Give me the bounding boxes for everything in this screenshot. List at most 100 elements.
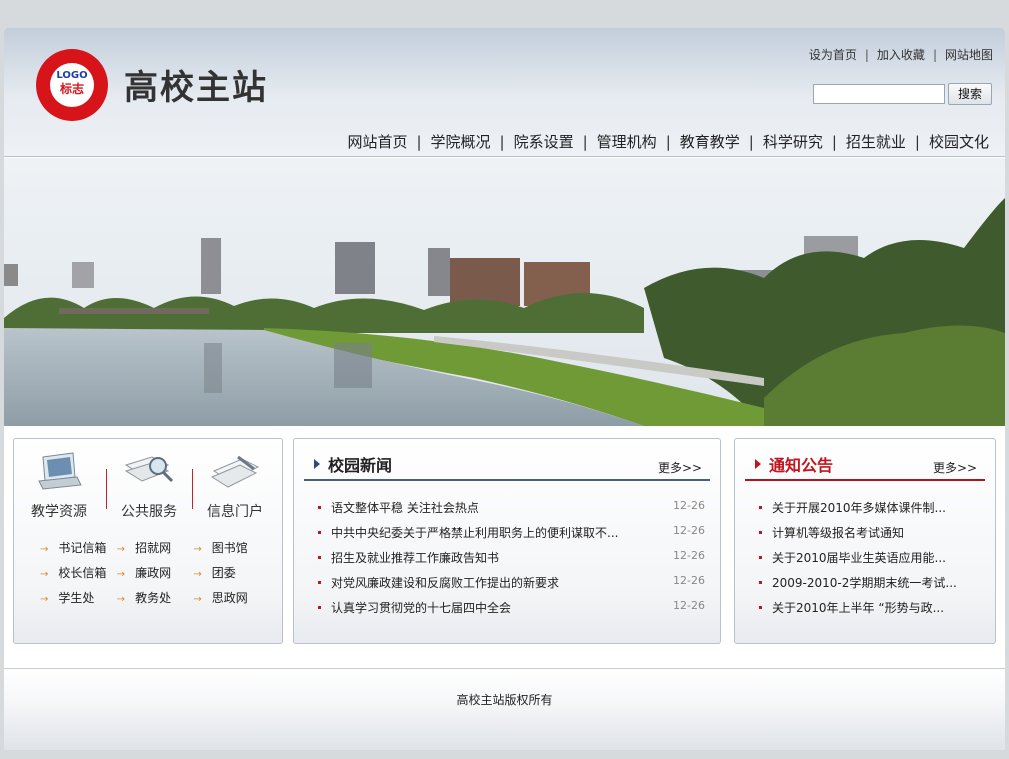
triangle-icon bbox=[314, 459, 320, 469]
notice-title: 2009-2010-2学期期末统一考试... bbox=[772, 576, 957, 590]
quick-links-row: → 校长信箱 → 廉政网 → 团委 bbox=[40, 564, 270, 589]
news-title: 中共中央纪委关于严格禁止利用职务上的便利谋取不... bbox=[331, 526, 619, 540]
quick-link-label: 学生处 bbox=[58, 591, 95, 605]
info-portal-label: 信息门户 bbox=[207, 504, 263, 520]
quick-link-label: 廉政网 bbox=[135, 566, 172, 580]
bullet-icon bbox=[759, 531, 762, 534]
news-title: 认真学习贯彻党的十七届四中全会 bbox=[331, 601, 512, 615]
quick-link-label: 图书馆 bbox=[211, 541, 248, 555]
quick-link[interactable]: → 书记信箱 bbox=[40, 539, 117, 564]
quick-link[interactable]: → 思政网 bbox=[193, 589, 270, 614]
site-footer: 高校主站版权所有 bbox=[4, 668, 1005, 750]
quick-link[interactable]: → 图书馆 bbox=[193, 539, 270, 564]
news-item[interactable]: 语文整体平稳 关注社会热点 12-26 bbox=[318, 499, 705, 524]
notice-item[interactable]: 关于2010届毕业生英语应用能... bbox=[759, 549, 957, 574]
arrow-icon: → bbox=[193, 594, 202, 605]
news-item[interactable]: 对党风廉政建设和反腐败工作提出的新要求 12-26 bbox=[318, 574, 705, 599]
campus-news-title: 校园新闻 bbox=[314, 452, 392, 476]
arrow-icon: → bbox=[40, 544, 49, 555]
notice-item[interactable]: 计算机等级报名考试通知 bbox=[759, 524, 957, 549]
campus-news-title-text: 校园新闻 bbox=[328, 456, 393, 475]
site-map-link[interactable]: 网站地图 bbox=[945, 48, 993, 62]
notices-list: 关于开展2010年多媒体课件制... 计算机等级报名考试通知 关于2010届毕业… bbox=[759, 499, 957, 624]
notices-title: 通知公告 bbox=[755, 452, 833, 476]
campus-news-list: 语文整体平稳 关注社会热点 12-26 中共中央纪委关于严格禁止利用职务上的便利谋… bbox=[318, 499, 705, 624]
news-item[interactable]: 认真学习贯彻党的十七届四中全会 12-26 bbox=[318, 599, 705, 624]
title-underline bbox=[304, 479, 710, 481]
separator: | bbox=[582, 133, 588, 151]
separator: | bbox=[914, 133, 920, 151]
bullet-icon bbox=[318, 556, 321, 559]
quick-link[interactable]: → 招就网 bbox=[117, 539, 194, 564]
logo[interactable]: LOGO 标志 bbox=[36, 49, 108, 121]
bullet-icon bbox=[318, 506, 321, 509]
logo-cn-text: 标志 bbox=[59, 82, 84, 96]
separator: | bbox=[864, 48, 869, 62]
campus-banner bbox=[4, 158, 1005, 426]
bullet-icon bbox=[318, 531, 321, 534]
add-favorite-link[interactable]: 加入收藏 bbox=[877, 48, 925, 62]
nav-admissions[interactable]: 招生就业 bbox=[846, 133, 906, 151]
quick-link[interactable]: → 团委 bbox=[193, 564, 270, 589]
arrow-icon: → bbox=[193, 544, 202, 555]
triangle-icon bbox=[755, 459, 761, 469]
title-underline bbox=[745, 479, 985, 481]
nav-education[interactable]: 教育教学 bbox=[680, 133, 740, 151]
nav-administration[interactable]: 管理机构 bbox=[597, 133, 657, 151]
quick-link[interactable]: → 校长信箱 bbox=[40, 564, 117, 589]
bullet-icon bbox=[318, 606, 321, 609]
notice-item[interactable]: 关于开展2010年多媒体课件制... bbox=[759, 499, 957, 524]
set-homepage-link[interactable]: 设为首页 bbox=[809, 48, 857, 62]
campus-news-panel: 校园新闻 更多>> 语文整体平稳 关注社会热点 12-26 中共中央纪委关于严格禁… bbox=[293, 438, 721, 644]
notices-panel: 通知公告 更多>> 关于开展2010年多媒体课件制... 计算机等级报名考试通知… bbox=[734, 438, 996, 644]
news-item[interactable]: 招生及就业推荐工作廉政告知书 12-26 bbox=[318, 549, 705, 574]
notice-item[interactable]: 2009-2010-2学期期末统一考试... bbox=[759, 574, 957, 599]
quick-link[interactable]: → 学生处 bbox=[40, 589, 117, 614]
divider bbox=[106, 469, 107, 509]
notice-title: 关于2010年上半年 “形势与政... bbox=[772, 601, 945, 615]
bullet-icon bbox=[759, 506, 762, 509]
news-date: 12-26 bbox=[673, 574, 705, 587]
separator: | bbox=[416, 133, 422, 151]
quick-link-label: 教务处 bbox=[135, 591, 172, 605]
nav-research[interactable]: 科学研究 bbox=[763, 133, 823, 151]
quick-links: → 书记信箱 → 招就网 → 图书馆 → 校长信箱 → 廉政网 → 团委 → 学生处 → 教务处… bbox=[40, 539, 270, 614]
quick-links-row: → 书记信箱 → 招就网 → 图书馆 bbox=[40, 539, 270, 564]
search-input[interactable] bbox=[813, 84, 945, 104]
quick-link-label: 校长信箱 bbox=[58, 566, 107, 580]
notice-title: 计算机等级报名考试通知 bbox=[772, 526, 905, 540]
news-date: 12-26 bbox=[673, 499, 705, 512]
copyright-text: 高校主站版权所有 bbox=[456, 693, 553, 707]
news-title: 语文整体平稳 关注社会热点 bbox=[331, 501, 479, 515]
news-date: 12-26 bbox=[673, 549, 705, 562]
nav-home[interactable]: 网站首页 bbox=[347, 133, 407, 151]
quick-link[interactable]: → 教务处 bbox=[117, 589, 194, 614]
services-panel: 教学资源 公共服务 信息门户 → 书记信箱 → 招就网 → 图书馆 → 校长信箱… bbox=[13, 438, 283, 644]
search-button[interactable]: 搜索 bbox=[948, 83, 992, 105]
notice-item[interactable]: 关于2010年上半年 “形势与政... bbox=[759, 599, 957, 624]
news-item[interactable]: 中共中央纪委关于严格禁止利用职务上的便利谋取不... 12-26 bbox=[318, 524, 705, 549]
nav-campus-culture[interactable]: 校园文化 bbox=[929, 133, 989, 151]
nav-about[interactable]: 学院概况 bbox=[431, 133, 491, 151]
separator: | bbox=[831, 133, 837, 151]
banner-image bbox=[4, 158, 1005, 426]
arrow-icon: → bbox=[40, 569, 49, 580]
separator: | bbox=[499, 133, 505, 151]
public-service-tile[interactable]: 公共服务 bbox=[108, 451, 190, 521]
notice-title: 关于开展2010年多媒体课件制... bbox=[772, 501, 946, 515]
bullet-icon bbox=[759, 581, 762, 584]
page-frame: LOGO 标志 高校主站 设为首页 | 加入收藏 | 网站地图 搜索 网站首页 | 学院概况… bbox=[4, 28, 1005, 750]
campus-news-more-link[interactable]: 更多>> bbox=[658, 459, 702, 476]
teaching-resources-tile[interactable]: 教学资源 bbox=[18, 451, 100, 521]
notice-title: 关于2010届毕业生英语应用能... bbox=[772, 551, 946, 565]
quick-link[interactable]: → 廉政网 bbox=[117, 564, 194, 589]
nav-departments[interactable]: 院系设置 bbox=[514, 133, 574, 151]
notices-more-link[interactable]: 更多>> bbox=[933, 459, 977, 476]
site-header: LOGO 标志 高校主站 设为首页 | 加入收藏 | 网站地图 搜索 网站首页 | 学院概况… bbox=[4, 28, 1005, 157]
info-portal-tile[interactable]: 信息门户 bbox=[194, 451, 276, 521]
quick-link-label: 思政网 bbox=[211, 591, 248, 605]
news-title: 招生及就业推荐工作廉政告知书 bbox=[331, 551, 500, 565]
news-title: 对党风廉政建设和反腐败工作提出的新要求 bbox=[331, 576, 560, 590]
teaching-resources-label: 教学资源 bbox=[31, 504, 87, 520]
site-title: 高校主站 bbox=[124, 68, 268, 108]
